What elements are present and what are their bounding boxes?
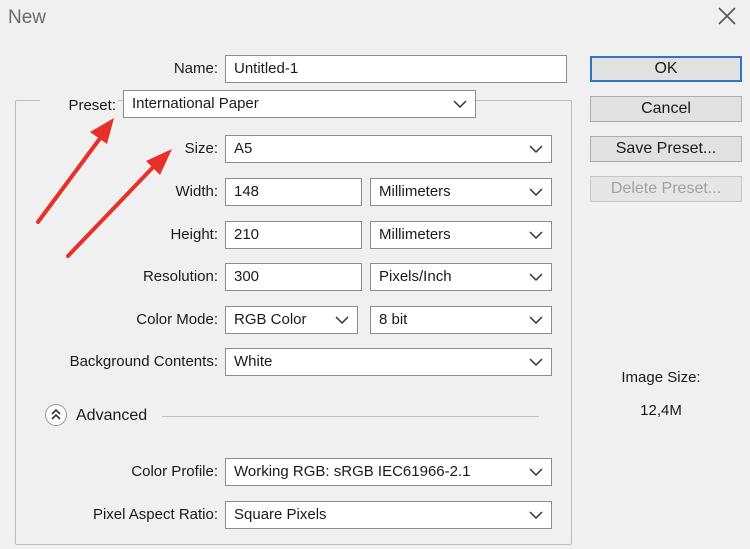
arrow-icon bbox=[66, 149, 172, 258]
arrow-icon bbox=[36, 118, 114, 224]
annotation-arrows bbox=[36, 118, 172, 258]
